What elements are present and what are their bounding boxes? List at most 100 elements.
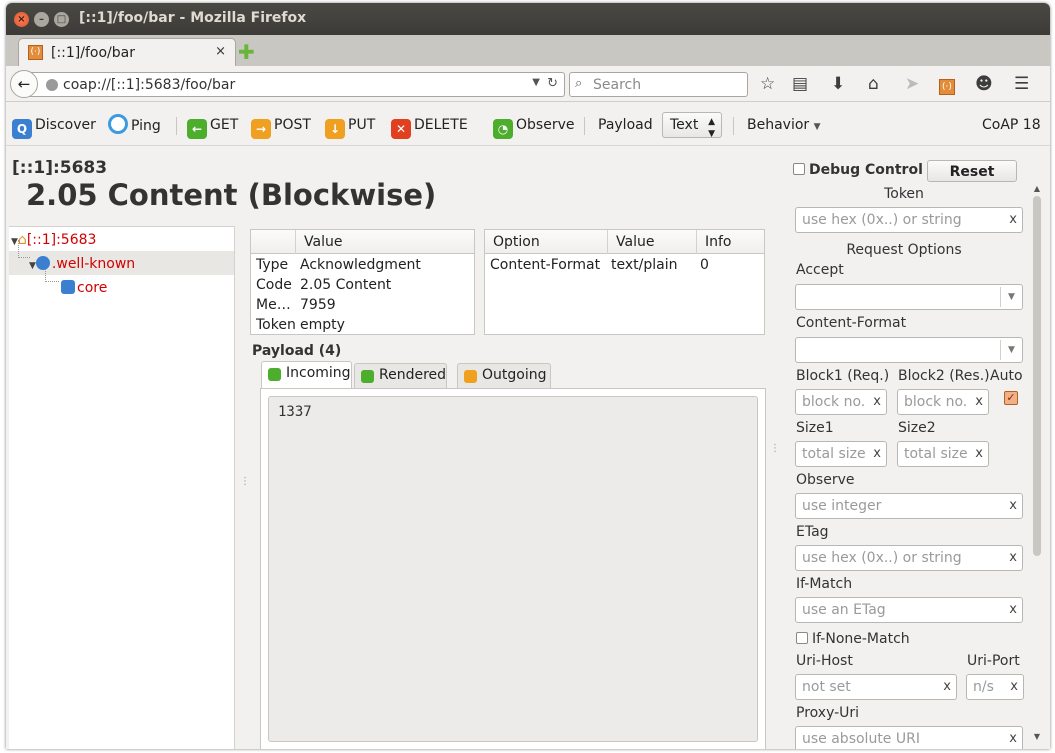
- clear-icon[interactable]: x: [1009, 727, 1017, 749]
- tree-item-core[interactable]: core: [61, 280, 107, 296]
- window-close-button[interactable]: ×: [14, 12, 29, 27]
- get-button[interactable]: ← GET: [187, 114, 238, 139]
- clear-icon[interactable]: x: [873, 390, 881, 414]
- chevron-down-icon: ▼: [1000, 340, 1022, 360]
- tree-child-label: .well-known: [51, 256, 136, 272]
- debug-control-checkbox[interactable]: Debug Control: [793, 162, 923, 178]
- observe-input[interactable]: use integer x: [795, 493, 1023, 519]
- tree-item-root[interactable]: ▼⌂[::1]:5683: [11, 232, 96, 248]
- proxy-uri-placeholder: use absolute URI: [802, 731, 920, 747]
- observe-placeholder: use integer: [802, 498, 882, 514]
- proxy-uri-input[interactable]: use absolute URI x: [795, 726, 1023, 749]
- delete-button[interactable]: ✕ DELETE: [391, 114, 468, 139]
- column-header-value[interactable]: Value: [607, 230, 696, 254]
- discover-icon: [61, 280, 75, 294]
- home-icon[interactable]: ⌂: [868, 74, 879, 94]
- clear-icon[interactable]: x: [1009, 494, 1017, 518]
- block1-label: Block1 (Req.): [796, 368, 890, 384]
- block2-input[interactable]: block no. x: [897, 389, 989, 415]
- globe-icon: [46, 79, 58, 91]
- discover-button[interactable]: Q Discover: [12, 114, 96, 139]
- put-button[interactable]: ↓ PUT: [325, 114, 375, 139]
- uri-port-input[interactable]: n/s x: [966, 674, 1024, 700]
- splitter-handle[interactable]: ⋮: [770, 443, 780, 454]
- clear-icon[interactable]: x: [1009, 208, 1017, 232]
- clear-icon[interactable]: x: [873, 442, 881, 466]
- auto-label: Auto: [990, 368, 1023, 384]
- chat-icon[interactable]: ☻: [975, 74, 993, 94]
- tab-close-icon[interactable]: ×: [215, 44, 226, 59]
- column-header-option[interactable]: Option: [485, 230, 607, 254]
- accept-select[interactable]: ▼: [795, 284, 1023, 310]
- clear-icon[interactable]: x: [1010, 675, 1018, 699]
- reload-icon[interactable]: ↻: [547, 76, 558, 91]
- etag-label: ETag: [796, 524, 829, 540]
- block2-placeholder: block no.: [904, 394, 968, 410]
- url-text[interactable]: coap://[::1]:5683/foo/bar: [63, 77, 235, 93]
- options-scrollbar[interactable]: ▲ ▼: [1031, 184, 1043, 749]
- uri-port-label: Uri-Port: [967, 653, 1020, 669]
- copper-icon[interactable]: (·): [939, 74, 955, 95]
- content-format-select[interactable]: ▼: [795, 337, 1023, 363]
- size2-placeholder: total size: [904, 446, 968, 462]
- tab-rendered[interactable]: Rendered: [354, 363, 447, 388]
- table-cell: Content-Format: [490, 257, 601, 273]
- download-icon[interactable]: ⬇: [831, 74, 845, 94]
- if-match-input[interactable]: use an ETag x: [795, 597, 1023, 623]
- etag-input[interactable]: use hex (0x..) or string x: [795, 545, 1023, 571]
- send-icon[interactable]: ➤: [905, 74, 919, 94]
- payload-textarea[interactable]: 1337: [268, 396, 758, 742]
- uri-host-input[interactable]: not set x: [795, 674, 957, 700]
- block1-placeholder: block no.: [802, 394, 866, 410]
- new-tab-icon[interactable]: ✚: [238, 40, 255, 64]
- window-maximize-button[interactable]: □: [54, 12, 69, 27]
- tree-item-well-known[interactable]: ▼ .well-known: [29, 256, 135, 272]
- tab-outgoing[interactable]: Outgoing: [457, 363, 551, 388]
- column-header-value[interactable]: Value: [295, 230, 476, 254]
- table-header: Option Value Info: [485, 230, 764, 254]
- post-button[interactable]: → POST: [251, 114, 311, 139]
- expand-triangle-icon[interactable]: ▼: [11, 237, 18, 247]
- url-dropdown-icon[interactable]: ▼: [532, 77, 540, 88]
- ping-icon: [108, 114, 128, 134]
- incoming-icon: [268, 368, 281, 381]
- behavior-menu[interactable]: Behavior ▼: [747, 114, 821, 136]
- splitter-handle[interactable]: ⋮: [240, 476, 250, 487]
- ping-label: Ping: [131, 118, 161, 134]
- clear-icon[interactable]: x: [1009, 598, 1017, 622]
- browser-tab[interactable]: (·) [::1]/foo/bar ×: [18, 38, 236, 66]
- toolbar-separator: [176, 117, 177, 135]
- if-none-match-checkbox[interactable]: If-None-Match: [796, 631, 910, 647]
- resource-tree: ▼⌂[::1]:5683 ▼ .well-known core: [9, 226, 235, 749]
- url-bar[interactable]: coap://[::1]:5683/foo/bar ▼ ↻: [26, 72, 565, 97]
- reset-button[interactable]: Reset: [927, 160, 1017, 182]
- ping-button[interactable]: Ping: [108, 114, 161, 136]
- reading-list-icon[interactable]: ▤: [792, 74, 808, 94]
- scroll-down-icon[interactable]: ▼: [1031, 732, 1043, 741]
- clear-icon[interactable]: x: [975, 442, 983, 466]
- expand-triangle-icon[interactable]: ▼: [29, 261, 36, 271]
- auto-checkbox[interactable]: ✓: [1004, 391, 1018, 405]
- size2-input[interactable]: total size x: [897, 441, 989, 467]
- clear-icon[interactable]: x: [1009, 546, 1017, 570]
- block1-input[interactable]: block no. x: [795, 389, 887, 415]
- clear-icon[interactable]: x: [975, 390, 983, 414]
- window-minimize-button[interactable]: –: [34, 12, 49, 27]
- size1-input[interactable]: total size x: [795, 441, 887, 467]
- tab-incoming[interactable]: Incoming: [261, 361, 352, 388]
- payload-type-select[interactable]: Text ▲ ▼: [662, 112, 722, 139]
- menu-icon[interactable]: ☰: [1014, 74, 1029, 94]
- star-icon[interactable]: ☆: [760, 74, 775, 94]
- proxy-uri-label: Proxy-Uri: [796, 705, 860, 721]
- column-header-info[interactable]: Info: [696, 230, 764, 254]
- tab-label: [::1]/foo/bar: [51, 45, 135, 61]
- table-cell: Acknowledgment: [300, 257, 421, 273]
- scroll-up-icon[interactable]: ▲: [1031, 184, 1043, 193]
- scrollbar-thumb[interactable]: [1033, 196, 1041, 556]
- clear-icon[interactable]: x: [943, 675, 951, 699]
- table-cell: 7959: [300, 297, 336, 313]
- token-input[interactable]: use hex (0x..) or string x: [795, 207, 1023, 233]
- back-button[interactable]: ←: [10, 70, 38, 98]
- search-input[interactable]: ⌕ Search: [569, 72, 748, 97]
- observe-button[interactable]: ◔ Observe: [493, 114, 574, 139]
